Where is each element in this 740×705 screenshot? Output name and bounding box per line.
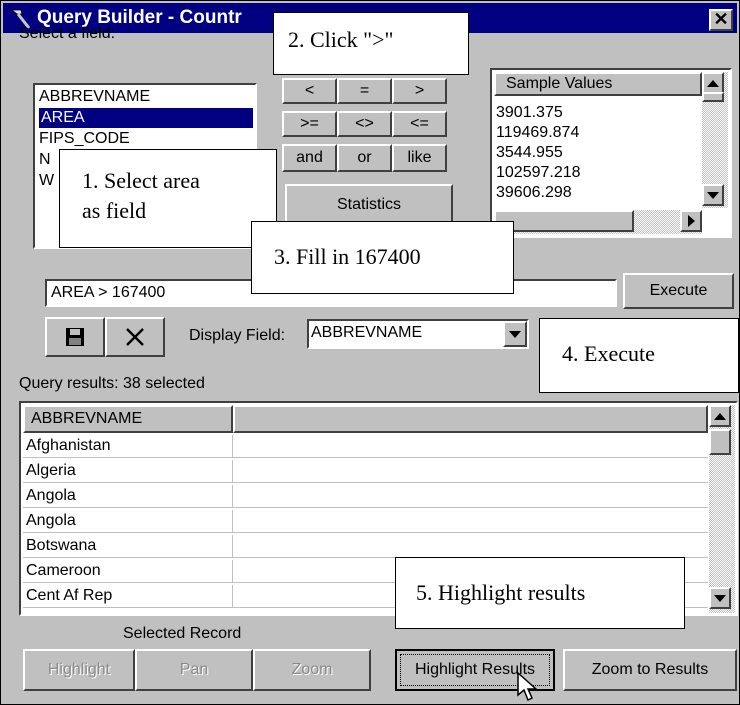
- result-cell: Cent Af Rep: [23, 585, 233, 607]
- zoom-to-results-button[interactable]: Zoom to Results: [563, 649, 737, 691]
- results-vscrollbar[interactable]: [709, 405, 735, 613]
- sample-value[interactable]: 39606.298: [496, 184, 572, 198]
- callout-step-3: 3. Fill in 167400: [251, 221, 514, 294]
- result-cell: Cameroon: [23, 560, 233, 582]
- result-cell: Afghanistan: [23, 435, 233, 457]
- callout-step-4: 4. Execute: [539, 318, 739, 393]
- clear-button[interactable]: [105, 317, 165, 357]
- callout-step-1-line2: as field: [82, 198, 147, 223]
- sample-values-hscrollbar[interactable]: [494, 210, 702, 234]
- field-item-fips-code[interactable]: FIPS_CODE: [39, 129, 130, 149]
- table-row[interactable]: Angola: [23, 510, 708, 533]
- hscroll-thumb[interactable]: [494, 210, 634, 232]
- display-field-select[interactable]: ABBREVNAME: [307, 319, 529, 349]
- operator-not-equal-button[interactable]: <>: [337, 111, 392, 137]
- operator-like-button[interactable]: like: [392, 144, 447, 172]
- x-icon: [126, 328, 144, 346]
- display-field-value: ABBREVNAME: [311, 324, 423, 341]
- operator-greater-than-button[interactable]: >: [392, 78, 447, 104]
- sample-value[interactable]: 102597.218: [496, 164, 581, 182]
- floppy-disk-icon: [66, 328, 84, 346]
- operator-less-than-button[interactable]: <: [282, 78, 337, 104]
- callout-step-1-line1: 1. Select area: [82, 168, 200, 193]
- table-row[interactable]: Afghanistan: [23, 435, 708, 458]
- callout-step-2: 2. Click ">": [273, 12, 469, 75]
- scroll-thumb[interactable]: [709, 429, 731, 455]
- close-button[interactable]: ✕: [709, 9, 733, 31]
- chevron-down-icon[interactable]: [503, 321, 527, 347]
- result-cell: Algeria: [23, 460, 233, 482]
- sample-value[interactable]: 3544.955: [496, 144, 563, 162]
- callout-step-2-text: 2. Click ">": [288, 27, 394, 52]
- sample-values-list[interactable]: Sample Values 3901.375 119469.874 3544.9…: [490, 68, 732, 238]
- operator-and-button[interactable]: and: [282, 144, 337, 172]
- operator-greater-equal-button[interactable]: >=: [282, 111, 337, 137]
- operator-less-equal-button[interactable]: <=: [392, 111, 447, 137]
- selected-record-label: Selected Record: [123, 625, 242, 642]
- table-row[interactable]: Botswana: [23, 535, 708, 558]
- execute-button[interactable]: Execute: [623, 273, 734, 309]
- table-row[interactable]: Angola: [23, 485, 708, 508]
- field-item-name[interactable]: N: [39, 150, 51, 170]
- callout-step-5-text: 5. Highlight results: [416, 580, 586, 605]
- result-cell: Botswana: [23, 535, 233, 557]
- scroll-down-icon[interactable]: [709, 587, 731, 609]
- sample-value[interactable]: 3901.375: [496, 104, 563, 122]
- query-builder-window: Query Builder - Countr ✕ Select a field:…: [0, 0, 740, 705]
- pan-button[interactable]: Pan: [135, 649, 253, 691]
- query-expression-text: AREA > 167400: [51, 284, 166, 301]
- table-row[interactable]: Algeria: [23, 460, 708, 483]
- sample-values-vscrollbar[interactable]: [702, 72, 728, 208]
- operator-or-button[interactable]: or: [337, 144, 392, 172]
- scroll-right-icon[interactable]: [680, 210, 702, 232]
- result-cell: Angola: [23, 510, 233, 532]
- callout-step-3-text: 3. Fill in 167400: [274, 244, 421, 269]
- field-item-area[interactable]: AREA: [39, 108, 253, 128]
- callout-step-4-text: 4. Execute: [562, 341, 655, 366]
- scroll-up-icon[interactable]: [702, 72, 724, 94]
- mouse-pointer-icon: [517, 671, 538, 702]
- highlight-button[interactable]: Highlight: [23, 649, 135, 691]
- field-item-abbrevname[interactable]: ABBREVNAME: [39, 87, 150, 107]
- statistics-button[interactable]: Statistics: [285, 184, 453, 226]
- callout-step-1: 1. Select area as field: [59, 149, 277, 248]
- field-item-w[interactable]: W: [39, 171, 54, 191]
- results-column-header-empty[interactable]: [233, 405, 708, 433]
- results-column-header[interactable]: ABBREVNAME: [23, 405, 233, 433]
- query-results-summary: Query results: 38 selected: [19, 375, 205, 392]
- result-cell: Angola: [23, 485, 233, 507]
- callout-step-5: 5. Highlight results: [395, 557, 685, 629]
- scroll-up-icon[interactable]: [709, 405, 731, 427]
- scroll-thumb[interactable]: [702, 92, 724, 102]
- save-button[interactable]: [45, 317, 105, 357]
- display-field-label: Display Field:: [189, 327, 286, 344]
- scroll-down-icon[interactable]: [702, 184, 724, 206]
- sample-value[interactable]: 119469.874: [496, 124, 579, 142]
- operator-equals-button[interactable]: =: [337, 78, 392, 104]
- select-field-label: Select a field:: [19, 25, 116, 42]
- sample-values-header[interactable]: Sample Values: [494, 72, 702, 96]
- zoom-button[interactable]: Zoom: [253, 649, 371, 691]
